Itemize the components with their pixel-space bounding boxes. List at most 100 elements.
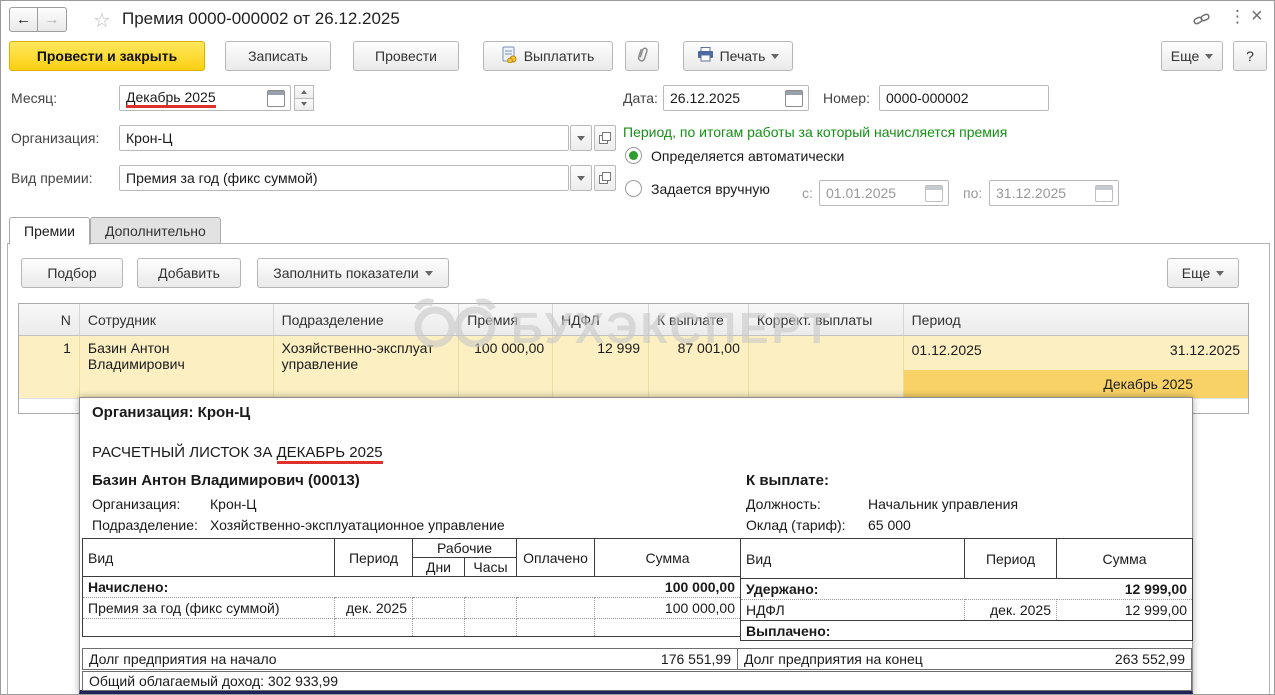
cell-bonus[interactable]: 100 000,00 — [459, 336, 553, 398]
withheld-sum: 12 999,00 — [1057, 600, 1193, 621]
number-field[interactable]: 0000-000002 — [879, 85, 1049, 111]
accruals-col-paid: Оплачено — [517, 539, 595, 577]
post-and-close-button[interactable]: Провести и закрыть — [9, 41, 205, 71]
post-button[interactable]: Провести — [353, 41, 459, 71]
link-icon[interactable] — [1193, 12, 1210, 30]
organization-open-button[interactable] — [594, 125, 616, 151]
open-item-icon — [599, 132, 611, 144]
organization-field[interactable]: Крон-Ц — [119, 125, 569, 151]
dropdown-arrow-icon — [771, 54, 779, 59]
organization-label: Организация: — [11, 130, 99, 146]
debt-end-value: 263 552,99 — [1115, 651, 1185, 667]
accruals-col-hours: Часы — [465, 558, 517, 577]
payslip-org-label: Организация: — [92, 496, 180, 512]
payslip-salary-label: Оклад (тариф): — [746, 517, 846, 533]
payslip-to-pay-heading: К выплате: — [746, 472, 829, 489]
cell-period[interactable]: 01.12.2025 31.12.2025 Декабрь 2025 — [904, 336, 1248, 398]
close-icon[interactable]: × — [1251, 5, 1263, 28]
help-button[interactable]: ? — [1233, 41, 1267, 71]
radio-selected-icon — [625, 147, 642, 164]
column-header-ndfl[interactable]: НДФЛ — [553, 304, 649, 335]
accruals-col-days: Дни — [413, 558, 465, 577]
fill-indicators-button[interactable]: Заполнить показатели — [257, 258, 449, 288]
withheld-kind: НДФЛ — [741, 600, 965, 621]
table-row[interactable]: 1 Базин Антон Владимирович Хозяйственно-… — [19, 336, 1248, 398]
pay-document-icon — [502, 46, 518, 66]
print-button[interactable]: Печать — [683, 41, 793, 71]
calendar-icon[interactable] — [267, 90, 285, 107]
bonus-type-field[interactable]: Премия за год (фикс суммой) — [119, 165, 569, 191]
period-auto-radio[interactable]: Определяется автоматически — [625, 147, 844, 164]
column-header-employee[interactable]: Сотрудник — [80, 304, 274, 335]
period-manual-label: Задается вручную — [651, 181, 770, 197]
period-section-heading: Период, по итогам работы за который начи… — [623, 124, 1007, 140]
table-more-button[interactable]: Еще — [1167, 258, 1239, 288]
date-field[interactable]: 26.12.2025 — [663, 85, 809, 111]
month-field[interactable]: Декабрь 2025 — [119, 85, 291, 111]
stepper-up-button[interactable] — [294, 85, 314, 99]
cell-period-month-selected[interactable]: Декабрь 2025 — [904, 370, 1248, 398]
payslip-dept-label: Подразделение: — [92, 517, 198, 533]
payslip-position-label: Должность: — [746, 496, 821, 512]
tab-bonuses[interactable]: Премии — [9, 217, 90, 245]
stepper-down-button[interactable] — [294, 99, 314, 112]
cell-correction[interactable] — [749, 336, 904, 398]
accrual-kind: Премия за год (фикс суммой) — [83, 598, 335, 619]
accrual-period: дек. 2025 — [335, 598, 413, 619]
period-from-label: с: — [802, 185, 813, 201]
payslip-dept-value: Хозяйственно-эксплуатационное управление — [210, 517, 505, 533]
kebab-menu-icon[interactable]: ⋮ — [1229, 7, 1246, 27]
back-button[interactable]: ← — [9, 7, 38, 32]
cell-period-to[interactable]: 31.12.2025 — [1075, 336, 1248, 370]
pay-button[interactable]: Выплатить — [483, 41, 613, 71]
taxable-income-value: Общий облагаемый доход: 302 933,99 — [89, 673, 338, 689]
period-manual-radio[interactable]: Задается вручную — [625, 180, 770, 197]
cell-n[interactable]: 1 — [19, 336, 80, 398]
document-window: ← → ☆ Премия 0000-000002 от 26.12.2025 ⋮… — [0, 0, 1275, 695]
dropdown-arrow-icon — [1205, 54, 1213, 59]
more-button[interactable]: Еще — [1161, 41, 1223, 71]
column-header-correction[interactable]: Коррект. выплаты — [749, 304, 904, 335]
period-to-field[interactable]: 31.12.2025 — [989, 180, 1119, 206]
column-header-n[interactable]: N — [19, 304, 80, 335]
period-from-field[interactable]: 01.01.2025 — [819, 180, 949, 206]
forward-arrow-icon: → — [45, 11, 60, 28]
tab-additional[interactable]: Дополнительно — [90, 217, 221, 244]
forward-button[interactable]: → — [38, 7, 67, 32]
dropdown-arrow-icon — [577, 176, 585, 181]
calendar-icon[interactable] — [925, 185, 943, 202]
month-stepper — [294, 85, 314, 111]
paid-out-label: Выплачено: — [741, 621, 1193, 641]
payslip-panel: Организация: Крон-Ц РАСЧЕТНЫЙ ЛИСТОК ЗА … — [79, 397, 1193, 694]
debt-end-row: Долг предприятия на конец 263 552,99 — [737, 648, 1192, 670]
column-header-to-pay[interactable]: К выплате — [649, 304, 749, 335]
column-header-department[interactable]: Подразделение — [274, 304, 460, 335]
cell-department[interactable]: Хозяйственно-эксплуат управление — [274, 336, 460, 398]
bonus-type-open-button[interactable] — [594, 165, 616, 191]
column-header-period[interactable]: Период — [904, 304, 1248, 335]
accruals-col-period: Период — [335, 539, 413, 577]
accrued-label: Начислено: — [83, 577, 335, 598]
cell-employee[interactable]: Базин Антон Владимирович — [80, 336, 274, 398]
pick-button[interactable]: Подбор — [21, 258, 123, 288]
period-to-value: 31.12.2025 — [990, 185, 1095, 201]
attachments-button[interactable] — [625, 41, 659, 71]
taxable-income-row: Общий облагаемый доход: 302 933,99 — [82, 671, 1192, 691]
cell-ndfl[interactable]: 12 999 — [553, 336, 649, 398]
payslip-accruals-table: Вид Период Рабочие Оплачено Сумма Дни Ча… — [82, 538, 741, 637]
write-button[interactable]: Записать — [225, 41, 331, 71]
cell-period-from[interactable]: 01.12.2025 — [904, 336, 1076, 370]
bonus-type-dropdown-button[interactable] — [570, 165, 592, 191]
cell-to-pay[interactable]: 87 001,00 — [649, 336, 749, 398]
favorite-star-icon[interactable]: ☆ — [93, 8, 111, 33]
accrual-sum: 100 000,00 — [595, 598, 741, 619]
column-header-bonus[interactable]: Премия — [459, 304, 553, 335]
calendar-icon[interactable] — [1095, 185, 1113, 202]
payslip-org-title: Организация: Крон-Ц — [92, 404, 250, 421]
calendar-icon[interactable] — [785, 90, 803, 107]
payslip-position-value: Начальник управления — [868, 496, 1018, 512]
organization-dropdown-button[interactable] — [570, 125, 592, 151]
add-button[interactable]: Добавить — [137, 258, 241, 288]
number-label: Номер: — [823, 90, 870, 106]
open-item-icon — [599, 172, 611, 184]
